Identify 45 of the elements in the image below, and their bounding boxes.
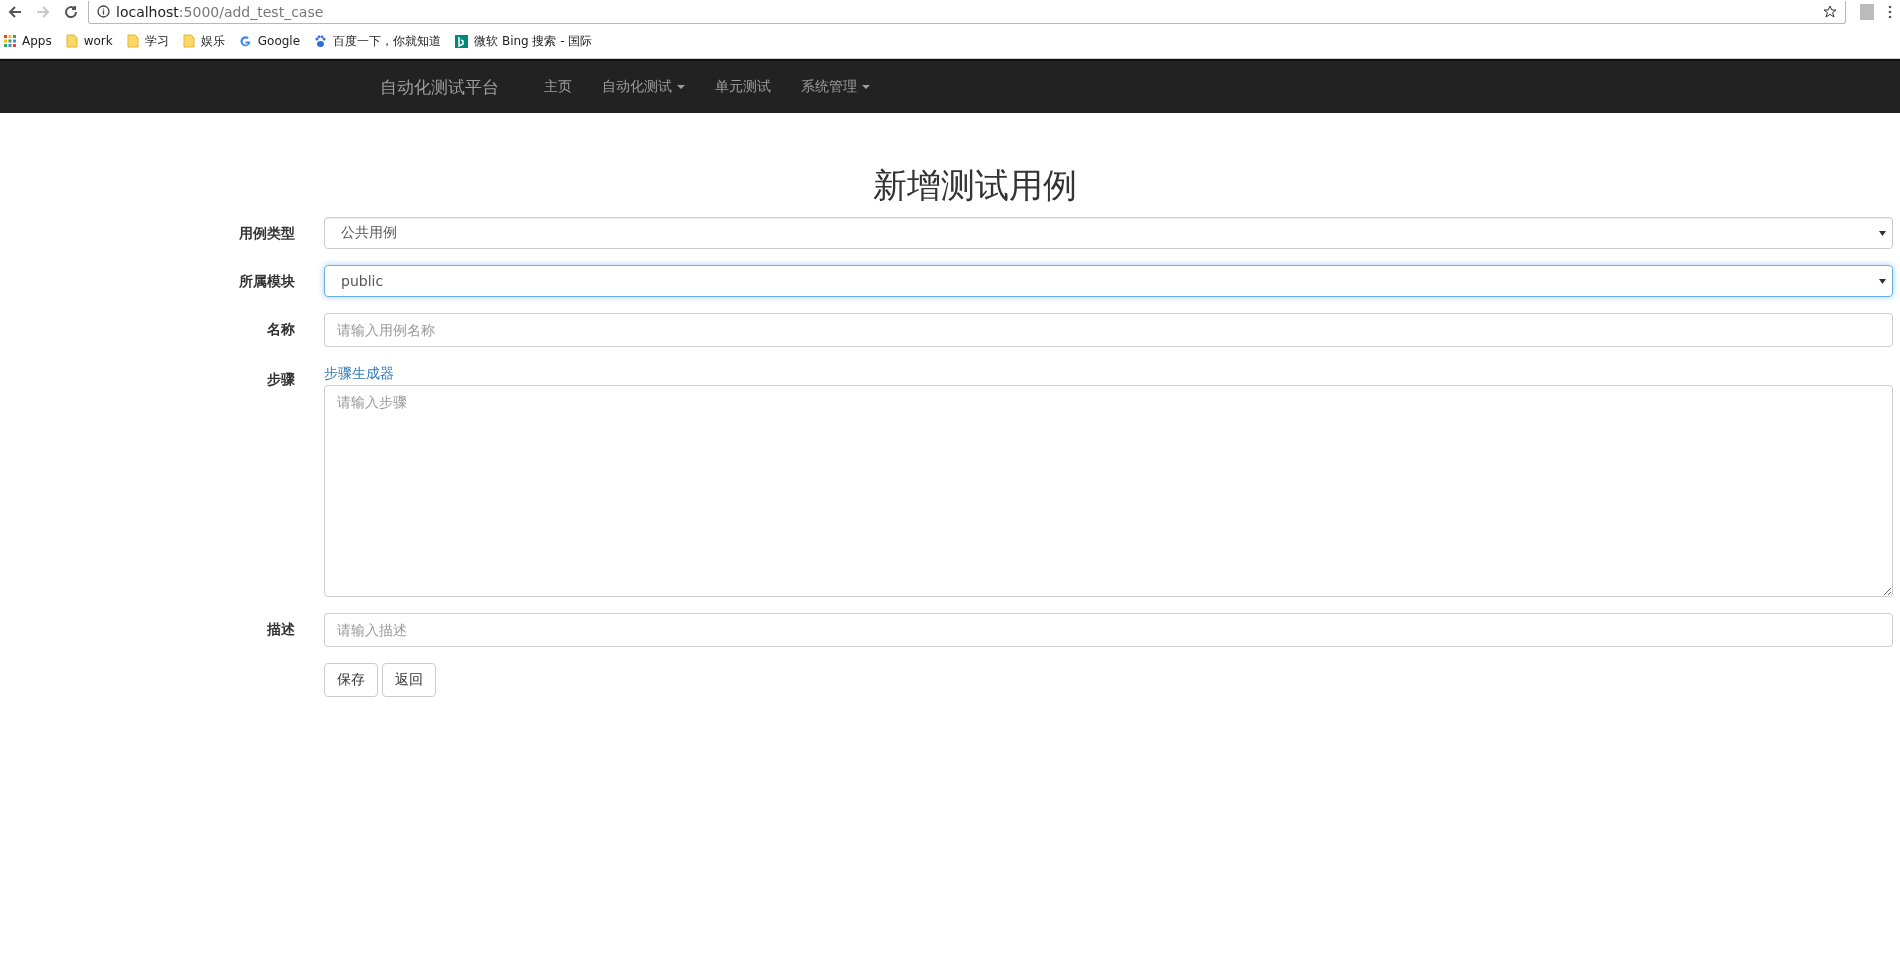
bookmark-link[interactable]: 学习	[126, 32, 169, 50]
form-button[interactable]: 返回	[382, 663, 436, 697]
navbar-brand[interactable]: 自动化测试平台	[380, 75, 499, 99]
bookmark-link[interactable]: Google	[238, 34, 301, 48]
bookmark-link[interactable]: 微软 Bing 搜索 - 国际	[455, 32, 593, 50]
info-icon	[97, 5, 110, 18]
url-text: localhost:5000/add_test_case	[116, 3, 325, 20]
caret-icon	[862, 85, 870, 89]
forward-arrow-icon	[36, 5, 50, 19]
address-bar[interactable]: localhost:5000/add_test_case	[88, 0, 1846, 24]
field-label: 用例类型	[238, 224, 295, 243]
nav-link[interactable]: 单元测试	[700, 78, 786, 96]
caret-icon	[1879, 230, 1886, 236]
generator-link[interactable]: 步骤生成器	[324, 365, 394, 383]
form-button[interactable]: 保存	[324, 663, 378, 697]
nav-link[interactable]: 主页	[529, 78, 587, 96]
field-label: 描述	[266, 620, 295, 639]
input-field[interactable]: 请输入描述	[324, 613, 1893, 647]
nav-link[interactable]: 系统管理	[786, 78, 885, 96]
menu-icon[interactable]	[1888, 5, 1892, 19]
paw-icon	[314, 34, 328, 48]
field-label: 名称	[266, 320, 295, 339]
bookmark-link[interactable]: Apps	[4, 34, 52, 48]
g-logo-icon	[238, 34, 252, 48]
input-field[interactable]: 请输入用例名称	[324, 313, 1893, 347]
folder-icon	[65, 34, 78, 48]
folder-icon	[126, 34, 139, 48]
bookmark-link[interactable]: 娱乐	[182, 32, 225, 50]
folder-icon	[182, 34, 195, 48]
caret-icon	[677, 85, 685, 89]
star-icon[interactable]	[1823, 4, 1837, 19]
page-title: 新增测试用例	[872, 164, 1078, 207]
apps-grid-icon	[4, 35, 16, 47]
textarea-field[interactable]: 请输入步骤	[324, 385, 1893, 597]
b-logo-icon	[455, 34, 469, 48]
nav-link[interactable]: 自动化测试	[587, 78, 700, 96]
select-field[interactable]: 公共用例	[324, 217, 1893, 249]
caret-icon	[1879, 278, 1886, 284]
bookmark-link[interactable]: work	[65, 34, 113, 48]
bookmark-link[interactable]: 百度一下，你就知道	[314, 32, 442, 50]
field-label: 所属模块	[238, 272, 295, 291]
reload-icon	[64, 5, 78, 19]
select-field[interactable]: public	[324, 265, 1893, 297]
field-label: 步骤	[266, 370, 295, 389]
back-arrow-icon	[8, 5, 22, 19]
